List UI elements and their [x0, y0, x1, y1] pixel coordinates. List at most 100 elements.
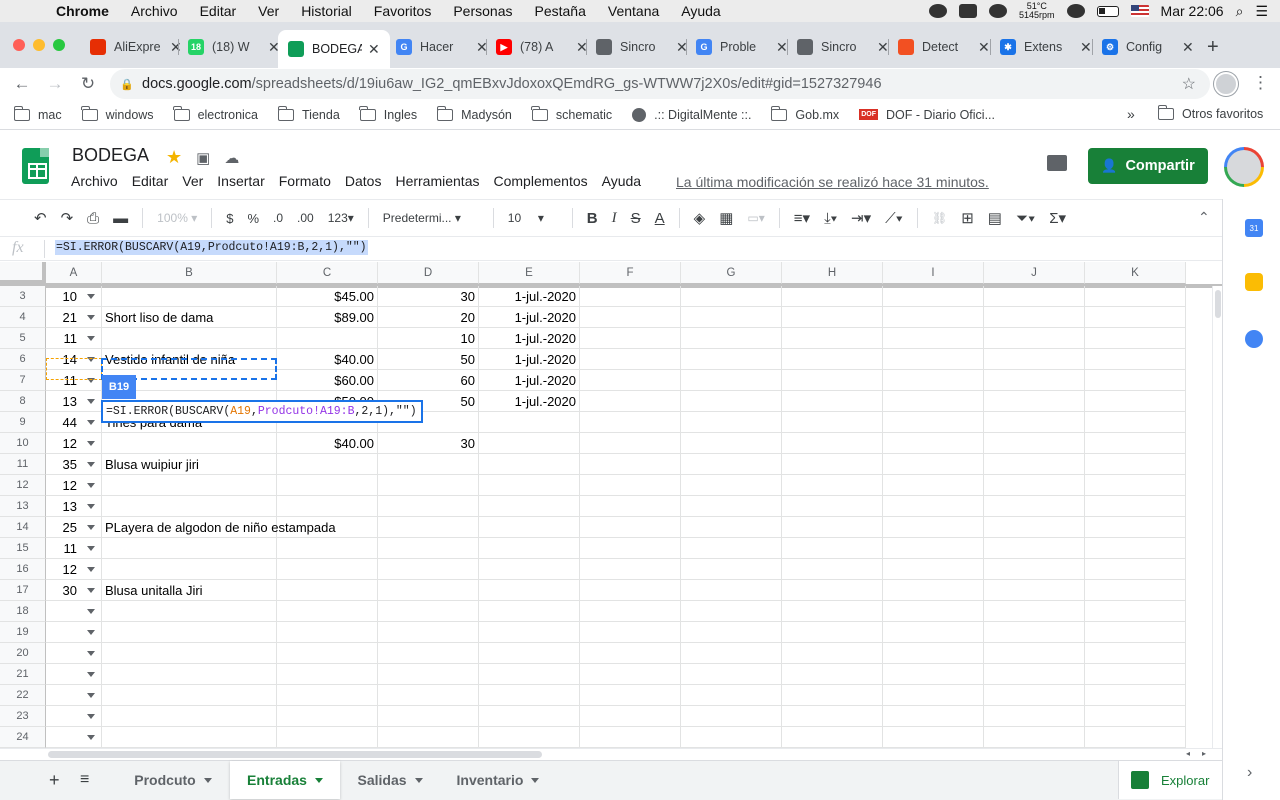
- cell-h5[interactable]: [782, 328, 883, 349]
- cell-c23[interactable]: [277, 706, 378, 727]
- dropdown-arrow-icon[interactable]: [87, 588, 95, 593]
- cell-d23[interactable]: [378, 706, 479, 727]
- mac-menu-ayuda[interactable]: Ayuda: [681, 3, 720, 19]
- cell-c14[interactable]: [277, 517, 378, 538]
- cell-h11[interactable]: [782, 454, 883, 475]
- document-title[interactable]: BODEGA: [72, 145, 149, 166]
- cell-d5[interactable]: 10: [378, 328, 479, 349]
- cell-d7[interactable]: 60: [378, 370, 479, 391]
- mac-menu-editar[interactable]: Editar: [200, 3, 237, 19]
- cell-b10[interactable]: [102, 433, 277, 454]
- cell-g6[interactable]: [681, 349, 782, 370]
- column-header-e[interactable]: E: [479, 262, 580, 284]
- browser-menu-icon[interactable]: ⋮: [1252, 73, 1269, 93]
- cell-e11[interactable]: [479, 454, 580, 475]
- dropdown-arrow-icon[interactable]: [87, 525, 95, 530]
- add-sheet-button[interactable]: +: [49, 770, 60, 791]
- bookmark-gobmx[interactable]: Gob.mx: [770, 105, 839, 122]
- last-modified-link[interactable]: La última modificación se realizó hace 3…: [676, 174, 989, 190]
- cell-k8[interactable]: [1085, 391, 1186, 412]
- row-header[interactable]: 6: [0, 349, 46, 370]
- cell-f23[interactable]: [580, 706, 681, 727]
- insert-link-icon[interactable]: ⛓: [932, 211, 947, 225]
- cell-i22[interactable]: [883, 685, 984, 706]
- comments-icon[interactable]: [1047, 155, 1067, 171]
- column-header-a[interactable]: A: [46, 262, 102, 284]
- cell-j3[interactable]: [984, 286, 1085, 307]
- cell-h14[interactable]: [782, 517, 883, 538]
- cell-b3[interactable]: [102, 286, 277, 307]
- cell-g18[interactable]: [681, 601, 782, 622]
- mac-menu-ver[interactable]: Ver: [258, 3, 279, 19]
- cell-g19[interactable]: [681, 622, 782, 643]
- cell-j23[interactable]: [984, 706, 1085, 727]
- cell-i12[interactable]: [883, 475, 984, 496]
- cell-j12[interactable]: [984, 475, 1085, 496]
- vertical-align-icon[interactable]: ⤓▾: [824, 210, 837, 227]
- close-tab-icon[interactable]: ✕: [1182, 39, 1194, 56]
- cell-e9[interactable]: [479, 412, 580, 433]
- dropdown-arrow-icon[interactable]: [87, 672, 95, 677]
- cell-h21[interactable]: [782, 664, 883, 685]
- close-tab-icon[interactable]: ✕: [877, 39, 889, 56]
- insert-comment-icon[interactable]: ⊞: [961, 209, 974, 227]
- cell-i14[interactable]: [883, 517, 984, 538]
- cell-f13[interactable]: [580, 496, 681, 517]
- mac-menu-archivo[interactable]: Archivo: [131, 3, 178, 19]
- sheet-tab[interactable]: Prodcuto: [118, 761, 228, 799]
- cell-k3[interactable]: [1085, 286, 1186, 307]
- cell-h8[interactable]: [782, 391, 883, 412]
- new-tab-button[interactable]: +: [1207, 36, 1219, 59]
- menu-herramientas[interactable]: Herramientas: [395, 173, 479, 189]
- sheets-logo-icon[interactable]: [22, 148, 49, 184]
- percent-format-button[interactable]: %: [247, 211, 259, 226]
- cell-i24[interactable]: [883, 727, 984, 748]
- text-wrapping-icon[interactable]: ⇥▾: [851, 209, 871, 227]
- cell-g8[interactable]: [681, 391, 782, 412]
- cell-i20[interactable]: [883, 643, 984, 664]
- cell-e3[interactable]: 1-jul.-2020: [479, 286, 580, 307]
- dropdown-arrow-icon[interactable]: [87, 546, 95, 551]
- fan-monitor-icon[interactable]: [989, 4, 1008, 18]
- cell-b18[interactable]: [102, 601, 277, 622]
- row-header[interactable]: 14: [0, 517, 46, 538]
- column-header-j[interactable]: J: [984, 262, 1085, 284]
- cell-e16[interactable]: [479, 559, 580, 580]
- cell-g21[interactable]: [681, 664, 782, 685]
- cell-g15[interactable]: [681, 538, 782, 559]
- cell-d21[interactable]: [378, 664, 479, 685]
- cell-f4[interactable]: [580, 307, 681, 328]
- cell-k4[interactable]: [1085, 307, 1186, 328]
- row-header[interactable]: 13: [0, 496, 46, 517]
- more-formats-select[interactable]: 123▾: [328, 211, 354, 225]
- column-header-b[interactable]: B: [102, 262, 277, 284]
- cell-e21[interactable]: [479, 664, 580, 685]
- cell-g20[interactable]: [681, 643, 782, 664]
- column-header-k[interactable]: K: [1085, 262, 1186, 284]
- cell-h9[interactable]: [782, 412, 883, 433]
- column-header-d[interactable]: D: [378, 262, 479, 284]
- sheet-tab-menu-icon[interactable]: [414, 777, 423, 783]
- cell-j10[interactable]: [984, 433, 1085, 454]
- cell-g9[interactable]: [681, 412, 782, 433]
- mac-menu-ventana[interactable]: Ventana: [608, 3, 659, 19]
- dropdown-arrow-icon[interactable]: [87, 567, 95, 572]
- expand-side-panel-icon[interactable]: ›: [1247, 764, 1265, 782]
- cell-h4[interactable]: [782, 307, 883, 328]
- fill-color-icon[interactable]: ◈: [694, 209, 706, 227]
- cell-g17[interactable]: [681, 580, 782, 601]
- cell-c15[interactable]: [277, 538, 378, 559]
- cell-h6[interactable]: [782, 349, 883, 370]
- merge-cells-icon[interactable]: ▭▾: [747, 211, 764, 225]
- zoom-window-button[interactable]: [53, 39, 65, 51]
- cell-e14[interactable]: [479, 517, 580, 538]
- cell-c11[interactable]: [277, 454, 378, 475]
- row-header[interactable]: 19: [0, 622, 46, 643]
- cell-i13[interactable]: [883, 496, 984, 517]
- menu-formato[interactable]: Formato: [279, 173, 331, 189]
- cell-j13[interactable]: [984, 496, 1085, 517]
- cell-e19[interactable]: [479, 622, 580, 643]
- cell-e20[interactable]: [479, 643, 580, 664]
- cell-k22[interactable]: [1085, 685, 1186, 706]
- cell-e5[interactable]: 1-jul.-2020: [479, 328, 580, 349]
